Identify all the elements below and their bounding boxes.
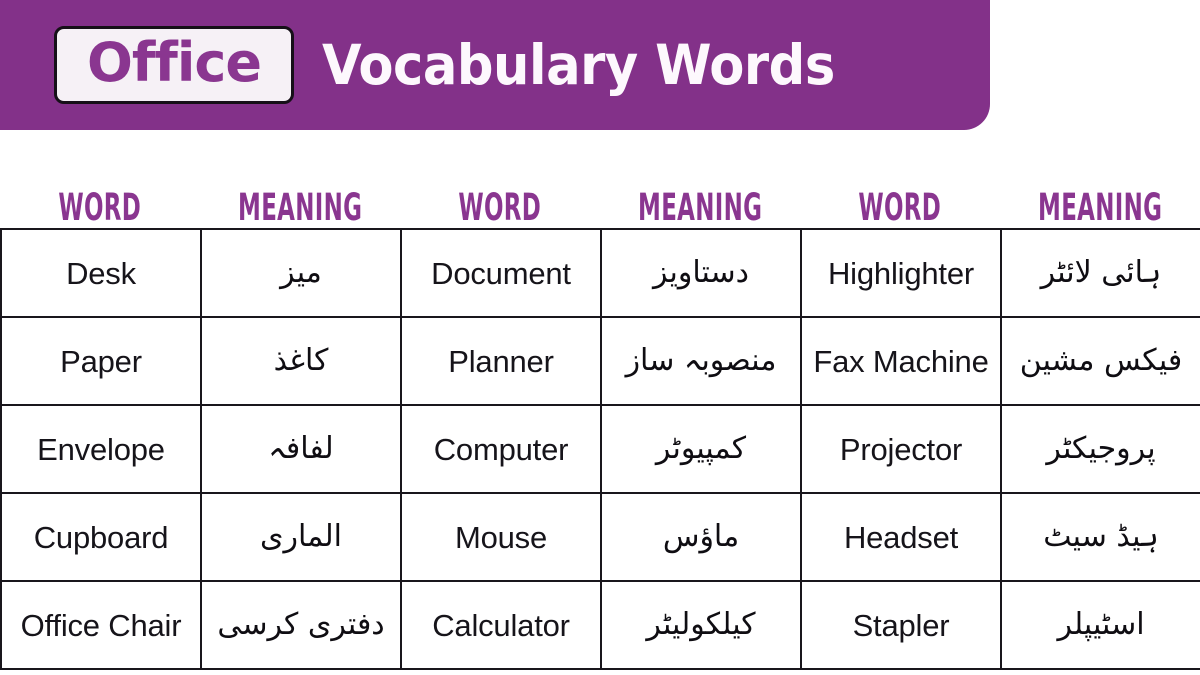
word-cell: Document xyxy=(400,228,602,318)
meaning-cell: ہائی لائٹر xyxy=(1000,228,1200,318)
word-cell: Calculator xyxy=(400,580,602,670)
table-row: Envelope لفافہ Computer کمپیوٹر Projecto… xyxy=(0,404,1200,494)
column-header-meaning-1: MEANING xyxy=(200,172,400,228)
table-row: Office Chair دفتری کرسی Calculator کیلکو… xyxy=(0,580,1200,670)
meaning-cell: اسٹیپلر xyxy=(1000,580,1200,670)
column-header-word-3: WORD xyxy=(800,172,1000,228)
word-cell: Fax Machine xyxy=(800,316,1002,406)
table-row: Desk میز Document دستاویز Highlighter ہا… xyxy=(0,228,1200,318)
word-cell: Paper xyxy=(0,316,202,406)
word-cell: Office Chair xyxy=(0,580,202,670)
column-header-row: WORD MEANING WORD MEANING WORD MEANING xyxy=(0,172,1200,228)
word-cell: Cupboard xyxy=(0,492,202,582)
meaning-cell: فیکس مشین xyxy=(1000,316,1200,406)
table-row: Paper کاغذ Planner منصوبہ ساز Fax Machin… xyxy=(0,316,1200,406)
topic-chip-label: Office xyxy=(87,31,262,94)
vocabulary-table: Desk میز Document دستاویز Highlighter ہا… xyxy=(0,228,1200,670)
page-title: Vocabulary Words xyxy=(322,32,835,97)
column-header-label: MEANING xyxy=(237,186,363,229)
column-header-word-1: WORD xyxy=(0,172,200,228)
column-header-label: WORD xyxy=(458,186,542,229)
word-cell: Planner xyxy=(400,316,602,406)
header-banner: Office Vocabulary Words xyxy=(0,0,990,130)
topic-chip: Office xyxy=(54,26,295,104)
column-header-meaning-3: MEANING xyxy=(1000,172,1200,228)
word-cell: Highlighter xyxy=(800,228,1002,318)
table-body: Desk میز Document دستاویز Highlighter ہا… xyxy=(0,228,1200,670)
meaning-cell: کمپیوٹر xyxy=(600,404,802,494)
meaning-cell: ہیڈ سیٹ xyxy=(1000,492,1200,582)
column-header-label: WORD xyxy=(58,186,142,229)
word-cell: Desk xyxy=(0,228,202,318)
meaning-cell: دفتری کرسی xyxy=(200,580,402,670)
meaning-cell: الماری xyxy=(200,492,402,582)
column-header-word-2: WORD xyxy=(400,172,600,228)
table-row: Cupboard الماری Mouse ماؤس Headset ہیڈ س… xyxy=(0,492,1200,582)
column-header-label: MEANING xyxy=(1037,186,1163,229)
word-cell: Mouse xyxy=(400,492,602,582)
meaning-cell: منصوبہ ساز xyxy=(600,316,802,406)
meaning-cell: کاغذ xyxy=(200,316,402,406)
word-cell: Computer xyxy=(400,404,602,494)
word-cell: Projector xyxy=(800,404,1002,494)
meaning-cell: میز xyxy=(200,228,402,318)
meaning-cell: ماؤس xyxy=(600,492,802,582)
word-cell: Stapler xyxy=(800,580,1002,670)
meaning-cell: پروجیکٹر xyxy=(1000,404,1200,494)
meaning-cell: دستاویز xyxy=(600,228,802,318)
word-cell: Headset xyxy=(800,492,1002,582)
column-header-label: WORD xyxy=(858,186,942,229)
column-header-label: MEANING xyxy=(637,186,763,229)
meaning-cell: کیلکولیٹر xyxy=(600,580,802,670)
word-cell: Envelope xyxy=(0,404,202,494)
meaning-cell: لفافہ xyxy=(200,404,402,494)
column-header-meaning-2: MEANING xyxy=(600,172,800,228)
